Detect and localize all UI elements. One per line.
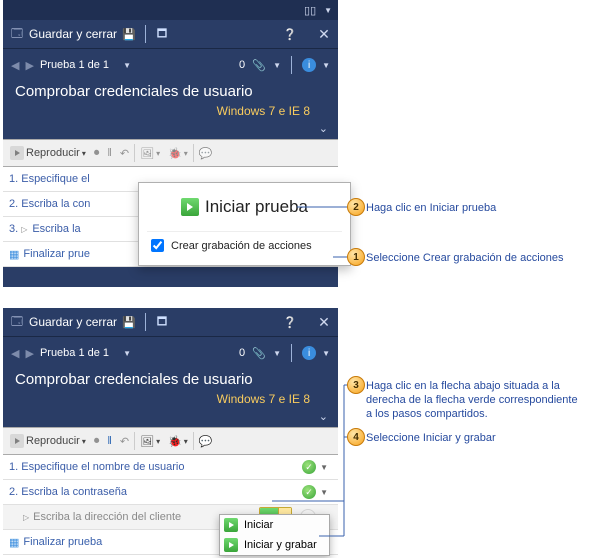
expand-icon[interactable]: ⌄ xyxy=(319,123,328,135)
test-step[interactable]: 1. Especifique el nombre de usuario✓▼ xyxy=(3,455,338,480)
menu-item-iniciar-grabar[interactable]: Iniciar y grabar xyxy=(220,535,329,555)
help-icon[interactable]: ❔ xyxy=(282,314,298,330)
nav-next-icon[interactable]: ▶ xyxy=(25,347,33,360)
bug-icon[interactable]: 🐞▾ xyxy=(165,145,191,162)
save-close-button[interactable]: Guardar y cerrar xyxy=(29,315,117,329)
test-config: Windows 7 e IE 8 xyxy=(3,104,338,122)
callout-bubble-3: 3 xyxy=(347,376,365,394)
start-test-button[interactable]: Iniciar prueba xyxy=(147,197,342,231)
pause-icon[interactable]: ‖ xyxy=(104,433,115,449)
dropdown-icon[interactable]: ▼ xyxy=(322,349,330,358)
nav-prev-icon[interactable]: ◀ xyxy=(11,59,19,72)
nav-label: Prueba 1 de 1 xyxy=(40,59,109,71)
play-icon xyxy=(10,146,24,160)
attachment-icon[interactable]: 📎 xyxy=(251,345,267,361)
expand-icon[interactable]: ⌄ xyxy=(319,411,328,423)
screenshot-icon[interactable]: 🖼▾ xyxy=(137,433,163,450)
new-window-icon[interactable]: 🗖 xyxy=(154,314,170,330)
layout-icon[interactable]: ▯▯ xyxy=(302,2,318,18)
undo-icon[interactable]: ↶ xyxy=(117,433,132,450)
status-dropdown-icon[interactable]: ▼ xyxy=(316,463,332,472)
nav-next-icon[interactable]: ▶ xyxy=(25,59,33,72)
play-icon xyxy=(224,518,238,532)
checkbox-input[interactable] xyxy=(151,239,164,252)
record-icon[interactable]: ⏺ xyxy=(91,433,103,450)
pass-icon[interactable]: ✓ xyxy=(302,485,316,499)
test-title: Comprobar credenciales de usuario xyxy=(3,365,338,392)
callout-text-4: Seleccione Iniciar y grabar xyxy=(366,431,496,445)
reproduce-button[interactable]: Reproducir▾ xyxy=(7,432,89,450)
menu-item-iniciar[interactable]: Iniciar xyxy=(220,515,329,535)
reproduce-button[interactable]: Reproducir▾ xyxy=(7,144,89,162)
screenshot-icon[interactable]: 🖼▾ xyxy=(137,145,163,162)
nav-dropdown-icon[interactable]: ▼ xyxy=(115,349,131,358)
pass-icon[interactable]: ✓ xyxy=(302,460,316,474)
record-icon[interactable]: ⏺ xyxy=(91,145,103,162)
dropdown-icon[interactable]: ▼ xyxy=(273,61,281,70)
dropdown-icon[interactable]: ▼ xyxy=(324,6,332,15)
close-icon[interactable]: ✕ xyxy=(316,26,332,42)
undo-icon[interactable]: ↶ xyxy=(117,145,132,162)
callout-text-2: Haga clic en Iniciar prueba xyxy=(366,201,496,215)
callout-text-3: Haga clic en la flecha abajo situada a l… xyxy=(366,379,586,421)
pause-icon[interactable]: ‖ xyxy=(104,145,115,161)
test-config: Windows 7 e IE 8 xyxy=(3,392,338,410)
info-icon[interactable]: i xyxy=(302,58,316,72)
disk-icon[interactable]: 💾 xyxy=(121,26,137,42)
callout-text-1: Seleccione Crear grabación de acciones xyxy=(366,251,564,265)
status-dropdown-icon[interactable]: ▼ xyxy=(316,488,332,497)
save-close-button[interactable]: Guardar y cerrar xyxy=(29,27,117,41)
comment-icon[interactable]: 💬 xyxy=(196,145,216,162)
help-icon[interactable]: ❔ xyxy=(282,26,298,42)
nav-dropdown-icon[interactable]: ▼ xyxy=(115,61,131,70)
disk-icon[interactable]: 💾 xyxy=(121,314,137,330)
new-window-icon[interactable]: 🗖 xyxy=(154,26,170,42)
save-close-icon: 🗔 xyxy=(9,314,25,330)
counter: 0 xyxy=(239,59,245,71)
counter: 0 xyxy=(239,347,245,359)
test-step[interactable]: 2. Escriba la contraseña✓▼ xyxy=(3,480,338,505)
dropdown-icon[interactable]: ▼ xyxy=(273,349,281,358)
play-icon xyxy=(10,434,24,448)
comment-icon[interactable]: 💬 xyxy=(196,433,216,450)
test-title: Comprobar credenciales de usuario xyxy=(3,77,338,104)
attachment-icon[interactable]: 📎 xyxy=(251,57,267,73)
test-runner-panel-top: ▯▯ ▼ 🗔 Guardar y cerrar 💾 🗖 ❔ ✕ ◀ ▶ Prue… xyxy=(3,0,338,287)
dropdown-icon[interactable]: ▼ xyxy=(322,61,330,70)
create-recording-checkbox[interactable]: Crear grabación de acciones xyxy=(147,231,342,255)
nav-prev-icon[interactable]: ◀ xyxy=(11,347,19,360)
callout-bubble-4: 4 xyxy=(347,428,365,446)
play-icon xyxy=(181,198,199,216)
nav-label: Prueba 1 de 1 xyxy=(40,347,109,359)
bug-icon[interactable]: 🐞▾ xyxy=(165,433,191,450)
start-test-popup: Iniciar prueba Crear grabación de accion… xyxy=(138,182,351,266)
play-record-icon xyxy=(224,538,238,552)
play-dropdown-menu: Iniciar Iniciar y grabar xyxy=(219,514,330,556)
info-icon[interactable]: i xyxy=(302,346,316,360)
save-close-icon: 🗔 xyxy=(9,26,25,42)
close-icon[interactable]: ✕ xyxy=(316,314,332,330)
